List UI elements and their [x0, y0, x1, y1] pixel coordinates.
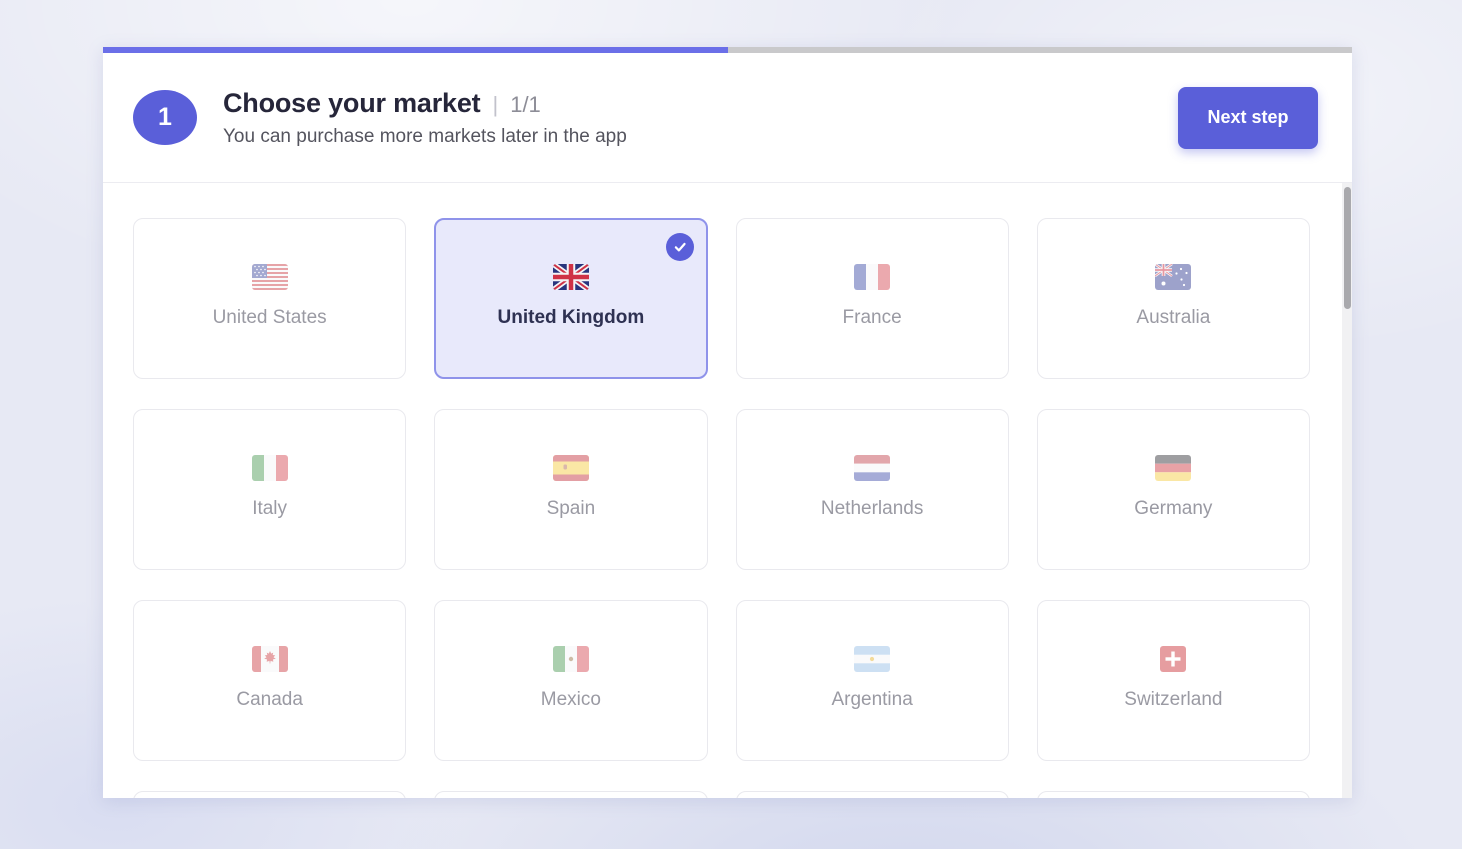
- market-selection-panel: 1 Choose your market | 1/1 You can purch…: [103, 47, 1352, 798]
- step-progress-counter: 1/1: [510, 92, 541, 118]
- market-card-partial[interactable]: [1037, 791, 1310, 798]
- it-flag-icon: [252, 450, 288, 486]
- market-card-label: Italy: [252, 498, 287, 520]
- nl-flag-icon: [854, 450, 890, 486]
- market-card-label: United States: [213, 307, 327, 329]
- market-card-it[interactable]: Italy: [133, 409, 406, 570]
- step-number-badge: 1: [133, 90, 197, 145]
- ca-flag-icon: [252, 641, 288, 677]
- markets-grid: United States United Kingdom France Austral…: [103, 183, 1352, 798]
- market-card-nl[interactable]: Netherlands: [736, 409, 1009, 570]
- market-card-label: France: [843, 307, 902, 329]
- market-card-ca[interactable]: Canada: [133, 600, 406, 761]
- title-block: Choose your market | 1/1 You can purchas…: [223, 88, 627, 148]
- ar-flag-icon: [854, 641, 890, 677]
- fr-flag-icon: [854, 259, 890, 295]
- scrollbar-thumb[interactable]: [1344, 187, 1351, 309]
- title-separator: |: [492, 92, 498, 118]
- market-card-label: Switzerland: [1124, 689, 1222, 711]
- market-card-partial[interactable]: [133, 791, 406, 798]
- progress-bar: [103, 47, 1352, 53]
- market-card-label: Spain: [547, 498, 596, 520]
- market-card-es[interactable]: Spain: [434, 409, 707, 570]
- market-card-label: Canada: [236, 689, 303, 711]
- markets-grid-area: United States United Kingdom France Austral…: [103, 183, 1352, 798]
- mx-flag-icon: [553, 641, 589, 677]
- market-card-label: Argentina: [831, 689, 912, 711]
- gb-flag-icon: [553, 259, 589, 295]
- market-card-au[interactable]: Australia: [1037, 218, 1310, 379]
- progress-bar-fill: [103, 47, 728, 53]
- market-card-fr[interactable]: France: [736, 218, 1009, 379]
- market-card-ar[interactable]: Argentina: [736, 600, 1009, 761]
- au-flag-icon: [1155, 259, 1191, 295]
- market-card-ch[interactable]: Switzerland: [1037, 600, 1310, 761]
- wizard-header: 1 Choose your market | 1/1 You can purch…: [103, 53, 1352, 183]
- page-subtitle: You can purchase more markets later in t…: [223, 126, 627, 148]
- market-card-label: Germany: [1134, 498, 1212, 520]
- next-step-button[interactable]: Next step: [1178, 87, 1318, 149]
- ch-flag-icon: [1155, 641, 1191, 677]
- market-card-de[interactable]: Germany: [1037, 409, 1310, 570]
- scrollbar-track[interactable]: [1342, 183, 1352, 798]
- selected-check-icon: [666, 233, 694, 261]
- market-card-mx[interactable]: Mexico: [434, 600, 707, 761]
- market-card-us[interactable]: United States: [133, 218, 406, 379]
- page-title: Choose your market: [223, 88, 480, 119]
- market-card-label: United Kingdom: [498, 307, 645, 329]
- es-flag-icon: [553, 450, 589, 486]
- market-card-label: Netherlands: [821, 498, 923, 520]
- market-card-partial[interactable]: [434, 791, 707, 798]
- market-card-label: Australia: [1136, 307, 1210, 329]
- us-flag-icon: [252, 259, 288, 295]
- market-card-label: Mexico: [541, 689, 601, 711]
- market-card-partial[interactable]: [736, 791, 1009, 798]
- market-card-gb[interactable]: United Kingdom: [434, 218, 707, 379]
- page-background: { "wizard": { "step_number": "1", "title…: [0, 0, 1462, 849]
- de-flag-icon: [1155, 450, 1191, 486]
